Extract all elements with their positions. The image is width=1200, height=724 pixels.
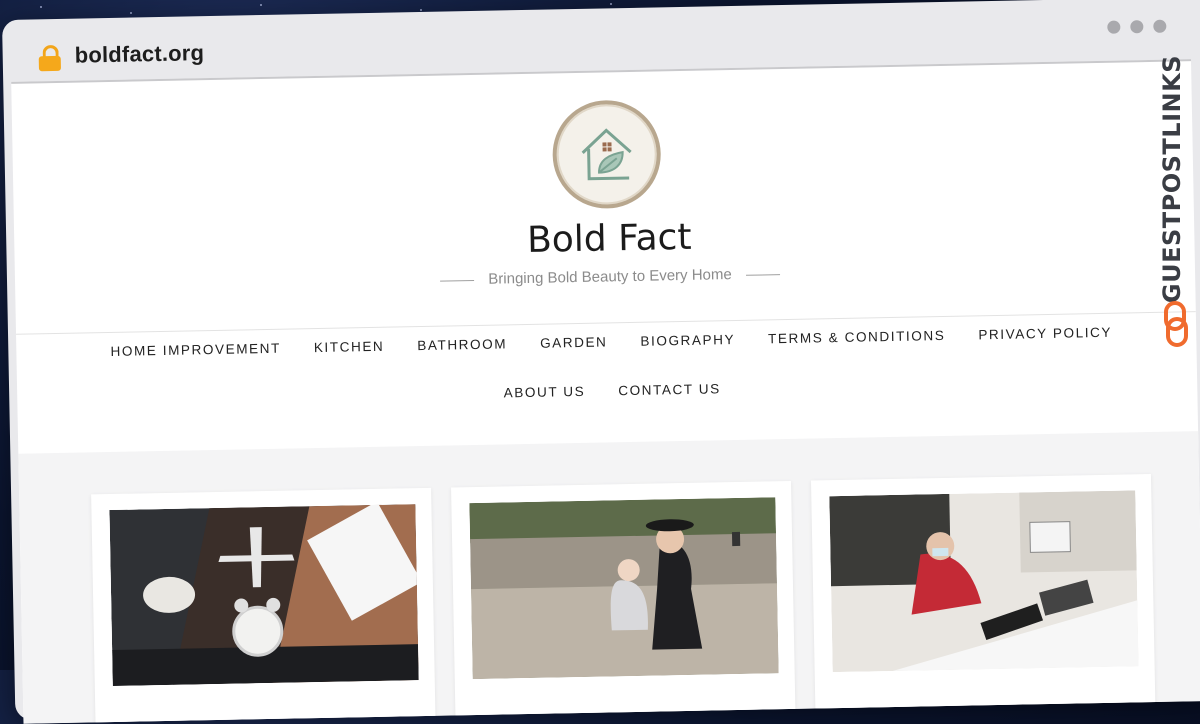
nav-item-garden[interactable]: GARDEN bbox=[540, 334, 608, 350]
post-card[interactable] bbox=[91, 487, 436, 724]
guestpostlinks-watermark: GUESTPOSTLINKS bbox=[1158, 55, 1198, 355]
dot-icon[interactable] bbox=[1153, 19, 1167, 33]
site-logo[interactable] bbox=[551, 99, 662, 210]
travel-flatlay-image bbox=[109, 504, 419, 686]
nav-item-privacy-policy[interactable]: PRIVACY POLICY bbox=[978, 325, 1112, 343]
dot-icon[interactable] bbox=[1130, 20, 1144, 34]
lock-icon bbox=[38, 44, 61, 72]
watermark-text: GUESTPOSTLINKS bbox=[1158, 55, 1186, 304]
nav-item-terms-conditions[interactable]: TERMS & CONDITIONS bbox=[768, 328, 946, 346]
tagline-rule bbox=[440, 279, 475, 282]
post-card[interactable] bbox=[451, 480, 796, 724]
nav-row-2: ABOUT US CONTACT US bbox=[17, 372, 1200, 410]
nav-item-bathroom[interactable]: BATHROOM bbox=[417, 336, 507, 353]
main-navigation: HOME IMPROVEMENT KITCHEN BATHROOM GARDEN… bbox=[16, 323, 1200, 444]
browser-window: boldfact.org Bold Fact Bringing Bold Bea… bbox=[2, 0, 1200, 724]
radio-studio-image bbox=[829, 490, 1139, 673]
dot-icon[interactable] bbox=[1107, 20, 1121, 34]
nav-item-about-us[interactable]: ABOUT US bbox=[504, 384, 586, 401]
post-thumbnail[interactable] bbox=[469, 497, 779, 680]
web-page: Bold Fact Bringing Bold Beauty to Every … bbox=[11, 59, 1200, 724]
nav-item-home-improvement[interactable]: HOME IMPROVEMENT bbox=[110, 341, 281, 359]
url-text[interactable]: boldfact.org bbox=[74, 40, 204, 68]
post-card[interactable] bbox=[810, 474, 1156, 721]
nav-row-1: HOME IMPROVEMENT KITCHEN BATHROOM GARDEN… bbox=[16, 323, 1200, 361]
mother-daughter-selfie-image bbox=[469, 497, 779, 680]
house-leaf-icon bbox=[581, 128, 632, 181]
post-thumbnail[interactable] bbox=[829, 490, 1139, 673]
post-thumbnail[interactable] bbox=[109, 504, 419, 686]
tagline-text: Bringing Bold Beauty to Every Home bbox=[488, 266, 732, 288]
nav-item-kitchen[interactable]: KITCHEN bbox=[314, 339, 385, 355]
tagline-rule bbox=[745, 273, 780, 276]
nav-item-contact-us[interactable]: CONTACT US bbox=[618, 381, 721, 398]
window-controls bbox=[1107, 19, 1167, 34]
post-grid bbox=[18, 431, 1200, 724]
link-chain-icon bbox=[1164, 301, 1188, 347]
nav-item-biography[interactable]: BIOGRAPHY bbox=[640, 332, 735, 349]
